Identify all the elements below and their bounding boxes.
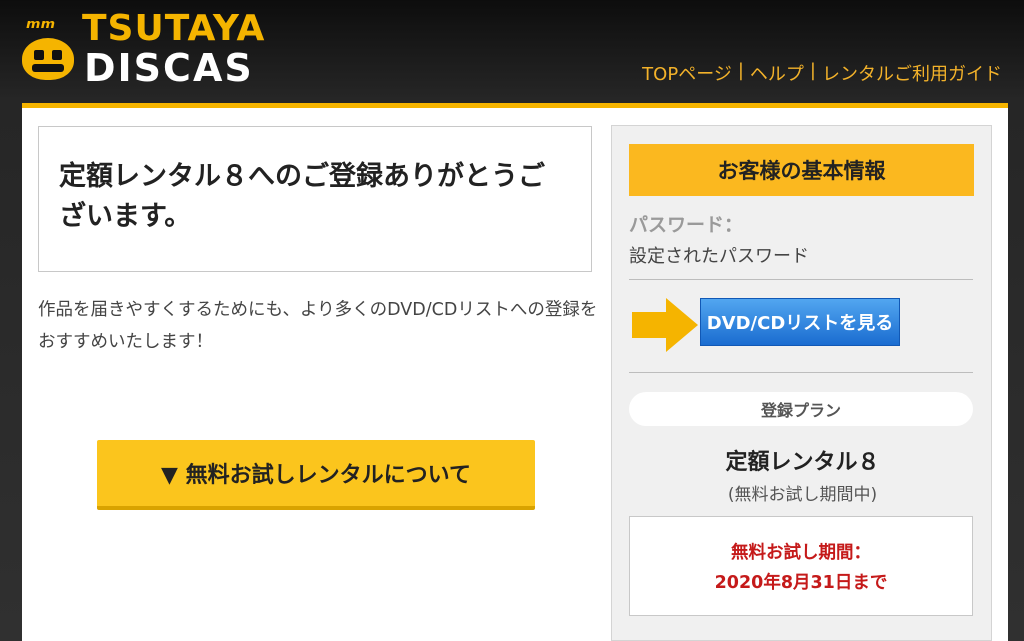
password-label: パスワード： <box>629 214 744 236</box>
divider <box>629 372 973 373</box>
page: ᵐᵐ TSUTAYA DISCAS TOPページ | ヘルプ | レンタルご利用… <box>0 0 1024 641</box>
view-dvd-cd-list-button[interactable]: DVD/CDリストを見る <box>700 298 900 346</box>
nav-separator: | <box>809 60 816 81</box>
recommend-text: 作品を届きやすくするためにも、より多くのDVD/CDリストへの登録をおすすめいた… <box>38 300 598 352</box>
password-value: 設定されたパスワード <box>629 246 809 267</box>
plan-status: (無料お試し期間中) <box>727 485 878 505</box>
top-nav: TOPページ | ヘルプ | レンタルご利用ガイド <box>642 60 1002 86</box>
logo-text-discas: DISCAS <box>84 46 254 90</box>
thanks-heading: 定額レンタル８へのご登録ありがとうございます。 <box>59 161 545 232</box>
customer-info-panel: お客様の基本情報 パスワード： 設定されたパスワード DVD/CDリストを見る … <box>611 125 992 641</box>
trial-period-box: 無料お試し期間： 2020年8月31日まで <box>629 516 973 616</box>
trial-period-label: 無料お試し期間： <box>731 543 871 563</box>
customer-info-heading: お客様の基本情報 <box>629 144 974 196</box>
nav-link-rental-guide[interactable]: レンタルご利用ガイド <box>822 60 1002 86</box>
nav-link-top[interactable]: TOPページ <box>642 60 732 86</box>
main-content: 定額レンタル８へのご登録ありがとうございます。 作品を届きやすくするためにも、よ… <box>22 108 1008 641</box>
thanks-panel: 定額レンタル８へのご登録ありがとうございます。 <box>38 126 592 272</box>
trial-period-end-date: 2020年8月31日まで <box>714 573 888 593</box>
site-header: ᵐᵐ TSUTAYA DISCAS TOPページ | ヘルプ | レンタルご利用… <box>0 0 1024 108</box>
free-trial-info-button[interactable]: ▼ 無料お試しレンタルについて <box>97 440 535 510</box>
nav-link-help[interactable]: ヘルプ <box>750 60 804 86</box>
plan-label: 登録プラン <box>629 392 973 426</box>
logo-text-tsutaya: TSUTAYA <box>82 8 266 49</box>
yellow-right-arrow-icon <box>632 298 698 352</box>
nav-separator: | <box>737 60 744 81</box>
tsutaya-discas-logo[interactable]: ᵐᵐ TSUTAYA DISCAS <box>18 8 288 90</box>
plan-name: 定額レンタル８ <box>725 450 880 475</box>
divider <box>629 279 973 280</box>
logo-face-icon <box>22 38 74 80</box>
